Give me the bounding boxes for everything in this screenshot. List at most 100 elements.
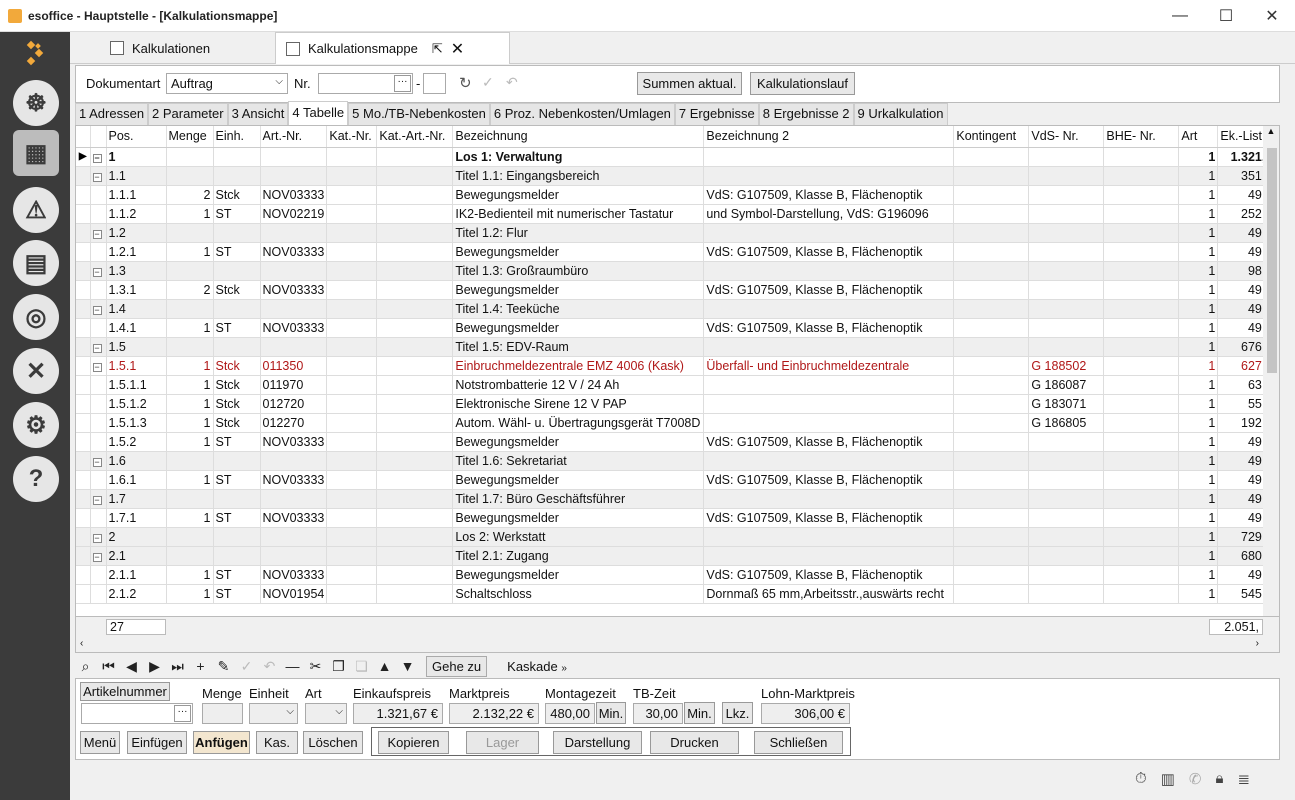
table-row[interactable]: 1.6.1 1 ST NOV03333 Bewegungsmelder VdS: G107… — [76, 470, 1269, 490]
add-icon[interactable]: + — [192, 658, 209, 675]
lkz-button[interactable]: Lkz. — [722, 702, 753, 724]
building-icon[interactable]: ▥ — [1161, 770, 1175, 788]
close-button[interactable]: Schließen — [754, 731, 843, 754]
col-bezeichnung[interactable]: Bezeichnung — [452, 126, 705, 148]
append-button[interactable]: Anfügen — [193, 731, 250, 754]
vertical-scrollbar[interactable]: ▲ — [1263, 126, 1279, 631]
table-row[interactable]: ▶ −1 Los 1: Verwaltung 1 1.321, — [76, 147, 1269, 167]
insert-button[interactable]: Einfügen — [127, 731, 187, 754]
collapse-icon[interactable]: − — [92, 495, 102, 505]
table-row[interactable]: 1.5.1.3 1 Stck 012270 Autom. Wähl- u. Übertr… — [76, 413, 1269, 433]
col-bhenr[interactable]: BHE- Nr. — [1103, 126, 1180, 148]
table-row[interactable]: 1.4.1 1 ST NOV03333 Bewegungsmelder VdS: G107… — [76, 318, 1269, 338]
collapse-icon[interactable]: − — [92, 343, 102, 353]
kaskade-dropdown[interactable]: Kaskade » — [507, 659, 567, 674]
tab-adressen[interactable]: 1 Adressen — [75, 103, 149, 125]
table-row[interactable]: −1.2 Titel 1.2: Flur 1 49, — [76, 223, 1269, 243]
collapse-icon[interactable]: − — [92, 305, 102, 315]
lohn-marktpreis-input[interactable]: 306,00 € — [761, 703, 850, 724]
table-row[interactable]: −1.7 Titel 1.7: Büro Geschäftsführer 1 49, — [76, 489, 1269, 509]
collapse-icon[interactable]: − — [92, 457, 102, 467]
col-pos[interactable]: Pos. — [106, 126, 167, 148]
table-row[interactable]: 2.1.1 1 ST NOV03333 Bewegungsmelder VdS: G107… — [76, 565, 1269, 585]
stopwatch-icon[interactable]: ⏱ — [1135, 770, 1147, 788]
copy-icon[interactable]: ❐ — [330, 658, 347, 675]
marktpreis-input[interactable]: 2.132,22 € — [449, 703, 539, 724]
col-kontingent[interactable]: Kontingent — [953, 126, 1030, 148]
scroll-left-icon[interactable]: ‹ — [80, 638, 83, 649]
einheit-select[interactable]: ⌵ — [249, 703, 298, 724]
calculator-icon[interactable]: ▦ — [13, 130, 59, 176]
database-icon[interactable]: ≣ — [1237, 770, 1250, 788]
collapse-icon[interactable]: − — [92, 533, 102, 543]
table-row[interactable]: −1.5 Titel 1.5: EDV-Raum 1 676, — [76, 337, 1269, 357]
table-row[interactable]: 1.5.1.2 1 Stck 012720 Elektronische Sirene 1… — [76, 394, 1269, 414]
min-button-2[interactable]: Min. — [684, 702, 715, 724]
move-down-icon[interactable]: ▼ — [399, 658, 416, 675]
col-katnr[interactable]: Kat.-Nr. — [326, 126, 378, 148]
ellipsis-button[interactable]: ··· — [394, 75, 411, 92]
collapse-icon[interactable]: − — [92, 229, 102, 239]
table-row[interactable]: 1.5.2 1 ST NOV03333 Bewegungsmelder VdS: G107… — [76, 432, 1269, 452]
tab-urkalkulation[interactable]: 9 Urkalkulation — [853, 103, 948, 125]
menge-input[interactable] — [202, 703, 243, 724]
col-einh[interactable]: Einh. — [213, 126, 261, 148]
print-button[interactable]: Drucken — [650, 731, 739, 754]
table-row[interactable]: −1.1 Titel 1.1: Eingangsbereich 1 351, — [76, 166, 1269, 186]
col-art[interactable]: Art — [1178, 126, 1219, 148]
table-row[interactable]: 1.3.1 2 Stck NOV03333 Bewegungsmelder VdS: G1… — [76, 280, 1269, 300]
doc-type-select[interactable]: Auftrag ⌵ — [166, 73, 288, 94]
ellipsis-button[interactable]: ··· — [174, 705, 191, 722]
money-icon[interactable]: ▤ — [13, 240, 59, 286]
kas-button[interactable]: Kas. — [256, 731, 298, 754]
table-row[interactable]: −1.5.1 1 Stck 011350 Einbruchmeldezentrale E… — [76, 356, 1269, 376]
close-tab-icon[interactable]: ✕ — [451, 39, 464, 59]
next-record-icon[interactable]: ▶ — [146, 658, 163, 675]
table-row[interactable]: −1.3 Titel 1.3: Großraumbüro 1 98, — [76, 261, 1269, 281]
table-row[interactable]: −1.4 Titel 1.4: Teeküche 1 49, — [76, 299, 1269, 319]
tab-nebenkosten[interactable]: 5 Mo./TB-Nebenkosten — [348, 103, 490, 125]
calc-run-button[interactable]: Kalkulationslauf — [750, 72, 855, 95]
table-row[interactable]: 1.2.1 1 ST NOV03333 Bewegungsmelder VdS: G107… — [76, 242, 1269, 262]
headset-icon[interactable]: ◎ — [13, 294, 59, 340]
help-icon[interactable]: ? — [13, 456, 59, 502]
remove-icon[interactable]: — — [284, 658, 301, 675]
einkaufspreis-input[interactable]: 1.321,67 € — [353, 703, 443, 724]
tab-ergebnisse[interactable]: 7 Ergebnisse — [674, 103, 759, 125]
delete-button[interactable]: Löschen — [303, 731, 363, 754]
table-row[interactable]: 1.1.1 2 Stck NOV03333 Bewegungsmelder VdS: G1… — [76, 185, 1269, 205]
table-row[interactable]: −1.6 Titel 1.6: Sekretariat 1 49, — [76, 451, 1269, 471]
collapse-icon[interactable]: − — [92, 362, 102, 372]
artikelnummer-button[interactable]: Artikelnummer — [80, 682, 170, 701]
col-bezeichnung2[interactable]: Bezeichnung 2 — [703, 126, 955, 148]
min-button-1[interactable]: Min. — [596, 702, 626, 724]
collapse-icon[interactable]: − — [92, 267, 102, 277]
goto-button[interactable]: Gehe zu — [426, 655, 488, 677]
table-row[interactable]: −2 Los 2: Werkstatt 1 729, — [76, 527, 1269, 547]
phone-icon[interactable]: ✆ — [1189, 770, 1202, 788]
refresh-icon[interactable]: ↻ — [459, 74, 472, 92]
previous-record-icon[interactable]: ◀ — [123, 658, 140, 675]
col-eklist[interactable]: Ek.-List — [1217, 126, 1269, 148]
scroll-thumb[interactable] — [1267, 148, 1277, 373]
montagezeit-input[interactable]: 480,00 — [545, 703, 595, 724]
table-row[interactable]: 1.5.1.1 1 Stck 011970 Notstrombatterie 12 V … — [76, 375, 1269, 395]
tab-kalkulationsmappe[interactable]: Kalkulationsmappe ⇱ ✕ — [275, 32, 510, 64]
maximize-button[interactable]: ☐ — [1203, 0, 1249, 32]
undock-icon[interactable]: ⇱ — [432, 41, 443, 57]
tab-ergebnisse-2[interactable]: 8 Ergebnisse 2 — [758, 103, 854, 125]
tab-umlagen[interactable]: 6 Proz. Nebenkosten/Umlagen — [489, 103, 675, 125]
col-menge[interactable]: Menge — [166, 126, 214, 148]
horizontal-scrollbar[interactable]: ‹ › — [76, 636, 1279, 652]
edit-icon[interactable]: ✎ — [215, 658, 232, 675]
tools-icon[interactable]: ✕ — [13, 348, 59, 394]
tab-ansicht[interactable]: 3 Ansicht — [227, 103, 289, 125]
darstellung-button[interactable]: Darstellung — [553, 731, 642, 754]
scroll-right-icon[interactable]: › — [1256, 638, 1259, 649]
menu-button[interactable]: Menü — [80, 731, 120, 754]
collapse-icon[interactable]: − — [92, 552, 102, 562]
helm-icon[interactable]: ☸ — [13, 80, 59, 126]
alarm-light-icon[interactable]: ⚠ — [13, 187, 59, 233]
nr-input[interactable]: ··· — [318, 73, 413, 94]
minimize-button[interactable]: — — [1157, 0, 1203, 32]
